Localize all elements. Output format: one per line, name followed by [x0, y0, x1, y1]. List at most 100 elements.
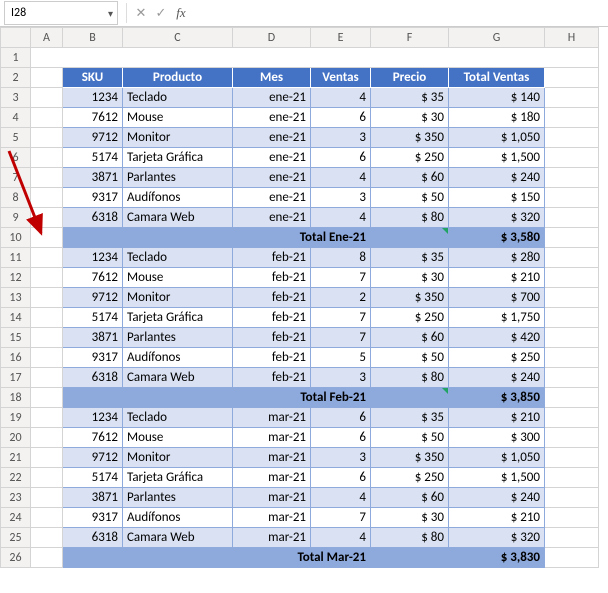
row-header[interactable]: 21 — [1, 448, 31, 468]
cell-producto[interactable]: Monitor — [123, 128, 233, 148]
cell[interactable] — [545, 468, 599, 488]
row-header[interactable]: 11 — [1, 248, 31, 268]
cell[interactable] — [545, 288, 599, 308]
cell[interactable] — [31, 268, 63, 288]
cell[interactable] — [31, 108, 63, 128]
cell-total[interactable]: $ 150 — [449, 188, 545, 208]
cell-mes[interactable]: mar-21 — [233, 468, 311, 488]
cell[interactable] — [31, 528, 63, 548]
cell[interactable] — [545, 88, 599, 108]
cell[interactable] — [31, 148, 63, 168]
cell-sku[interactable]: 9712 — [63, 128, 123, 148]
cell-mes[interactable]: feb-21 — [233, 348, 311, 368]
cell-sku[interactable]: 6318 — [63, 208, 123, 228]
cell-producto[interactable]: Camara Web — [123, 528, 233, 548]
cell[interactable] — [31, 48, 599, 68]
cell[interactable] — [31, 468, 63, 488]
cell-mes[interactable]: ene-21 — [233, 168, 311, 188]
total-value[interactable]: $ 3,580 — [449, 228, 545, 248]
cell-ventas[interactable]: 3 — [311, 188, 371, 208]
cell-total[interactable]: $ 180 — [449, 108, 545, 128]
cell-precio[interactable]: $ 50 — [371, 348, 449, 368]
cell-precio[interactable]: $ 60 — [371, 488, 449, 508]
cell-sku[interactable]: 3871 — [63, 328, 123, 348]
cell-precio[interactable]: $ 35 — [371, 88, 449, 108]
cell[interactable] — [545, 328, 599, 348]
cell[interactable] — [545, 368, 599, 388]
cell-sku[interactable]: 6318 — [63, 368, 123, 388]
cell-total[interactable]: $ 1,050 — [449, 128, 545, 148]
cell-mes[interactable]: mar-21 — [233, 408, 311, 428]
row-header[interactable]: 8 — [1, 188, 31, 208]
row-header[interactable]: 10 — [1, 228, 31, 248]
hdr-mes[interactable]: Mes — [233, 68, 311, 88]
cell-ventas[interactable]: 6 — [311, 428, 371, 448]
row-header[interactable]: 22 — [1, 468, 31, 488]
cell-total[interactable]: $ 1,750 — [449, 308, 545, 328]
cell[interactable] — [31, 168, 63, 188]
total-label[interactable]: Total Feb-21 — [233, 388, 371, 408]
cell-ventas[interactable]: 6 — [311, 408, 371, 428]
cell[interactable] — [123, 388, 233, 408]
cell-mes[interactable]: feb-21 — [233, 248, 311, 268]
cell-sku[interactable]: 9317 — [63, 508, 123, 528]
cell[interactable] — [123, 228, 233, 248]
cell-producto[interactable]: Tarjeta Gráfica — [123, 468, 233, 488]
col-header[interactable]: F — [371, 28, 449, 48]
col-header[interactable]: H — [545, 28, 599, 48]
cell[interactable] — [545, 348, 599, 368]
cell-mes[interactable]: feb-21 — [233, 328, 311, 348]
cell-total[interactable]: $ 240 — [449, 168, 545, 188]
cell-precio[interactable]: $ 60 — [371, 328, 449, 348]
cell[interactable] — [545, 408, 599, 428]
cell-producto[interactable]: Monitor — [123, 288, 233, 308]
cell-ventas[interactable]: 5 — [311, 348, 371, 368]
row-header[interactable]: 9 — [1, 208, 31, 228]
cell-ventas[interactable]: 3 — [311, 368, 371, 388]
cell-producto[interactable]: Parlantes — [123, 488, 233, 508]
cell-total[interactable]: $ 420 — [449, 328, 545, 348]
cell-mes[interactable]: mar-21 — [233, 488, 311, 508]
cell[interactable] — [545, 228, 599, 248]
row-header[interactable]: 2 — [1, 68, 31, 88]
cell[interactable] — [545, 148, 599, 168]
cell-sku[interactable]: 7612 — [63, 428, 123, 448]
cell-sku[interactable]: 7612 — [63, 108, 123, 128]
cell[interactable] — [123, 548, 233, 568]
cell-precio[interactable]: $ 250 — [371, 308, 449, 328]
cell-producto[interactable]: Teclado — [123, 248, 233, 268]
row-header[interactable]: 5 — [1, 128, 31, 148]
cell[interactable] — [545, 208, 599, 228]
cell-mes[interactable]: ene-21 — [233, 208, 311, 228]
cell-precio[interactable]: $ 30 — [371, 108, 449, 128]
cell[interactable] — [31, 308, 63, 328]
cell-mes[interactable]: ene-21 — [233, 148, 311, 168]
cell[interactable] — [545, 448, 599, 468]
cell-sku[interactable]: 1234 — [63, 88, 123, 108]
cell-total[interactable]: $ 300 — [449, 428, 545, 448]
cell-mes[interactable]: ene-21 — [233, 128, 311, 148]
cell[interactable] — [545, 508, 599, 528]
fx-icon[interactable]: fx — [171, 5, 191, 21]
cell-producto[interactable]: Mouse — [123, 428, 233, 448]
cell-producto[interactable]: Parlantes — [123, 168, 233, 188]
col-header[interactable]: A — [31, 28, 63, 48]
cell[interactable] — [31, 68, 63, 88]
cell-producto[interactable]: Parlantes — [123, 328, 233, 348]
cell-producto[interactable]: Camara Web — [123, 368, 233, 388]
cell-total[interactable]: $ 240 — [449, 488, 545, 508]
cell-producto[interactable]: Audífonos — [123, 348, 233, 368]
cell-sku[interactable]: 5174 — [63, 148, 123, 168]
cell-total[interactable]: $ 280 — [449, 248, 545, 268]
cell-sku[interactable]: 1234 — [63, 248, 123, 268]
cell-mes[interactable]: ene-21 — [233, 88, 311, 108]
cell[interactable] — [63, 388, 123, 408]
cell[interactable] — [63, 228, 123, 248]
cell-ventas[interactable]: 3 — [311, 128, 371, 148]
cell[interactable] — [545, 428, 599, 448]
cell[interactable] — [545, 188, 599, 208]
cell-sku[interactable]: 9317 — [63, 348, 123, 368]
cell-sku[interactable]: 5174 — [63, 308, 123, 328]
cell[interactable] — [545, 68, 599, 88]
cell[interactable] — [545, 128, 599, 148]
